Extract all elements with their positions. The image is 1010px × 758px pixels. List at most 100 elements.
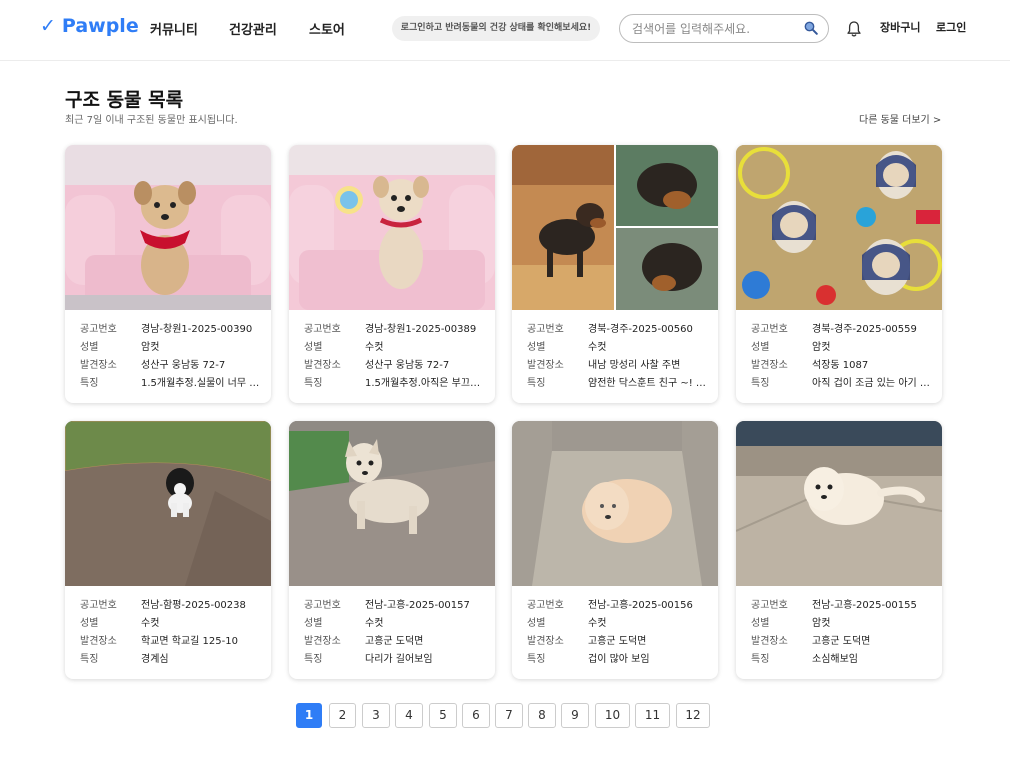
found-place-label: 발견장소 xyxy=(751,360,788,371)
page-button-11[interactable]: 11 xyxy=(635,703,670,728)
page-button-12[interactable]: 12 xyxy=(676,703,710,728)
notice-no-value: 경북-경주-2025-00560 xyxy=(588,324,693,335)
found-place-label: 발견장소 xyxy=(80,636,117,647)
feature-value: 다리가 길어보임 xyxy=(365,654,433,665)
page-button-5[interactable]: 5 xyxy=(429,703,457,728)
notice-no-label: 공고번호 xyxy=(304,600,341,611)
sex-label: 성별 xyxy=(751,618,770,629)
found-place-label: 발견장소 xyxy=(527,360,564,371)
login-banner[interactable]: 로그인하고 반려동물의 건강 상태를 확인해보세요! xyxy=(392,16,600,41)
sex-label: 성별 xyxy=(304,618,323,629)
search-icon[interactable] xyxy=(804,21,818,35)
sex-value: 암컷 xyxy=(812,342,831,353)
check-icon: ✓ xyxy=(40,15,56,37)
sex-label: 성별 xyxy=(527,342,546,353)
more-animals-link[interactable]: 다른 동물 더보기 > xyxy=(859,111,941,126)
animal-photo xyxy=(65,421,271,586)
animal-photo xyxy=(65,145,271,310)
sex-label: 성별 xyxy=(80,342,99,353)
search-input[interactable] xyxy=(632,20,792,38)
notice-no-label: 공고번호 xyxy=(751,324,788,335)
login-button[interactable]: 로그인 xyxy=(936,19,966,35)
logo[interactable]: ✓ Pawple xyxy=(40,15,139,37)
animal-card[interactable]: 공고번호 경남-창원1-2025-00389 성별 수컷 발견장소 성산구 웅남동 7… xyxy=(289,145,495,403)
sex-value: 수컷 xyxy=(588,618,607,629)
top-header: ✓ Pawple 커뮤니티 건강관리 스토어 로그인하고 반려동물의 건강 상태… xyxy=(0,0,1010,61)
found-place-value: 고흥군 도덕면 xyxy=(812,636,871,647)
sex-label: 성별 xyxy=(751,342,770,353)
found-place-label: 발견장소 xyxy=(527,636,564,647)
page-button-3[interactable]: 3 xyxy=(362,703,390,728)
nav-store[interactable]: 스토어 xyxy=(309,19,345,38)
notice-no-label: 공고번호 xyxy=(80,324,117,335)
notice-no-value: 경남-창원1-2025-00389 xyxy=(365,324,477,335)
animal-photo xyxy=(512,145,718,310)
notice-no-value: 전남-고흥-2025-00155 xyxy=(812,600,917,611)
animal-card[interactable]: 공고번호 전남-함평-2025-00238 성별 수컷 발견장소 학교면 학교길 12… xyxy=(65,421,271,679)
notice-no-label: 공고번호 xyxy=(527,324,564,335)
animal-card[interactable]: 공고번호 경북-경주-2025-00560 성별 수컷 발견장소 내남 망성리 사찰 … xyxy=(512,145,718,403)
feature-value: 1.5개월추정.실물이 너무 귀여워요 xyxy=(141,378,260,389)
found-place-value: 성산구 웅남동 72-7 xyxy=(365,360,450,371)
feature-value: 아직 겁이 조금 있는 아기 강아지 xyxy=(812,378,931,389)
page-button-10[interactable]: 10 xyxy=(595,703,630,728)
notice-no-value: 전남-고흥-2025-00156 xyxy=(588,600,693,611)
page-button-2[interactable]: 2 xyxy=(329,703,356,728)
found-place-value: 고흥군 도덕면 xyxy=(365,636,424,647)
page-subtitle: 최근 7일 이내 구조된 동물만 표시됩니다. xyxy=(65,115,238,126)
sex-label: 성별 xyxy=(304,342,323,353)
notice-no-label: 공고번호 xyxy=(80,600,117,611)
notice-no-value: 전남-고흥-2025-00157 xyxy=(365,600,470,611)
feature-value: 겁이 많아 보임 xyxy=(588,654,650,665)
sex-value: 암컷 xyxy=(812,618,831,629)
found-place-value: 내남 망성리 사찰 주변 xyxy=(588,360,681,371)
animal-card[interactable]: 공고번호 경남-창원1-2025-00390 성별 암컷 발견장소 성산구 웅남동 7… xyxy=(65,145,271,403)
animal-photo xyxy=(736,421,942,586)
feature-value: 1.5개월추정.아직은 부끄러움이 많아요 xyxy=(365,378,484,389)
feature-label: 특징 xyxy=(80,654,99,665)
bell-icon[interactable] xyxy=(846,20,862,38)
found-place-label: 발견장소 xyxy=(751,636,788,647)
notice-no-label: 공고번호 xyxy=(751,600,788,611)
nav-community[interactable]: 커뮤니티 xyxy=(150,19,198,38)
sex-value: 수컷 xyxy=(141,618,160,629)
sex-value: 수컷 xyxy=(365,342,384,353)
found-place-label: 발견장소 xyxy=(304,636,341,647)
notice-no-label: 공고번호 xyxy=(527,600,564,611)
page-button-8[interactable]: 8 xyxy=(528,703,556,728)
animal-photo xyxy=(736,145,942,310)
animal-photo xyxy=(289,421,495,586)
page-button-6[interactable]: 6 xyxy=(462,703,490,728)
page-button-9[interactable]: 9 xyxy=(561,703,589,728)
page-button-1[interactable]: 1 xyxy=(296,703,322,728)
sex-value: 암컷 xyxy=(141,342,160,353)
sex-label: 성별 xyxy=(80,618,99,629)
animal-photo xyxy=(289,145,495,310)
feature-value: 얌전한 닥스훈트 친구 ~! 사람을 좋아해요 xyxy=(588,378,707,389)
notice-no-value: 경북-경주-2025-00559 xyxy=(812,324,917,335)
notice-no-value: 전남-함평-2025-00238 xyxy=(141,600,246,611)
feature-label: 특징 xyxy=(304,378,323,389)
sex-value: 수컷 xyxy=(365,618,384,629)
page-button-4[interactable]: 4 xyxy=(395,703,423,728)
found-place-label: 발견장소 xyxy=(80,360,117,371)
found-place-value: 학교면 학교길 125-10 xyxy=(141,636,238,647)
animal-card[interactable]: 공고번호 전남-고흥-2025-00155 성별 암컷 발견장소 고흥군 도덕면 특징… xyxy=(736,421,942,679)
feature-value: 소심해보임 xyxy=(812,654,858,665)
sex-value: 수컷 xyxy=(588,342,607,353)
animal-photo xyxy=(512,421,718,586)
feature-label: 특징 xyxy=(527,378,546,389)
animal-card[interactable]: 공고번호 경북-경주-2025-00559 성별 암컷 발견장소 석장동 1087 특… xyxy=(736,145,942,403)
sex-label: 성별 xyxy=(527,618,546,629)
animal-card[interactable]: 공고번호 전남-고흥-2025-00157 성별 수컷 발견장소 고흥군 도덕면 특징… xyxy=(289,421,495,679)
feature-value: 경계심 xyxy=(141,654,169,665)
page-button-7[interactable]: 7 xyxy=(495,703,523,728)
cart-button[interactable]: 장바구니 xyxy=(880,19,920,35)
notice-no-value: 경남-창원1-2025-00390 xyxy=(141,324,253,335)
feature-label: 특징 xyxy=(304,654,323,665)
nav-health[interactable]: 건강관리 xyxy=(229,19,277,38)
logo-text: Pawple xyxy=(61,15,139,37)
animal-card[interactable]: 공고번호 전남-고흥-2025-00156 성별 수컷 발견장소 고흥군 도덕면 특징… xyxy=(512,421,718,679)
feature-label: 특징 xyxy=(751,654,770,665)
notice-no-label: 공고번호 xyxy=(304,324,341,335)
